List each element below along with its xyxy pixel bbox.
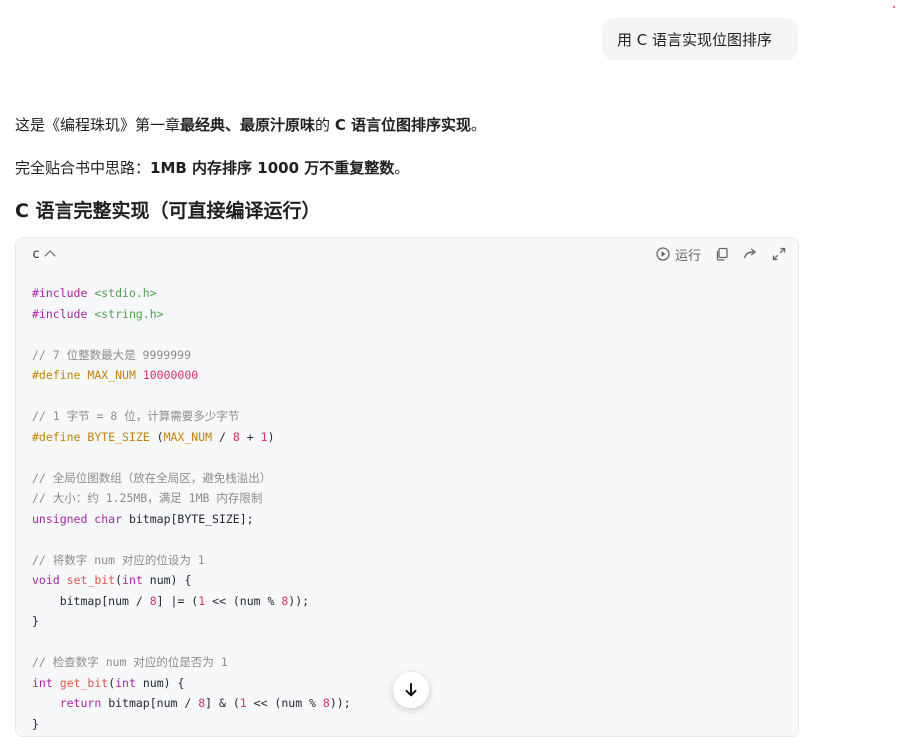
code-token: )); <box>329 696 351 710</box>
code-token: void <box>32 573 60 587</box>
code-token: #include <box>32 306 88 321</box>
code-token: 8 <box>149 593 157 608</box>
run-button[interactable]: 运行 <box>656 245 701 264</box>
answer-paragraph-1: 这是《编程珠玑》第一章最经典、最原汁原味的 C 语言位图排序实现。 <box>15 115 486 135</box>
code-token: } <box>32 614 39 628</box>
user-message-text: 用 C 语言实现位图排序 <box>617 30 773 49</box>
code-token: 1 <box>239 696 247 710</box>
code-token: num) { <box>149 573 192 587</box>
code-token: BYTE_SIZE <box>87 429 150 444</box>
code-token: << (num % <box>253 696 316 710</box>
code-token: <string.h> <box>94 306 164 321</box>
code-token: ] & ( <box>205 696 240 710</box>
code-block-header: c 运行 <box>16 238 798 270</box>
code-token: } <box>32 716 39 731</box>
code-token: #define <box>32 429 81 444</box>
copy-icon[interactable] <box>715 247 729 261</box>
text: 的 <box>315 116 335 134</box>
text: 。 <box>471 116 487 134</box>
code-token: )); <box>288 593 310 608</box>
code-token: bitmap[num / <box>108 696 192 710</box>
code-token: #define <box>32 368 81 382</box>
code-token: ( <box>156 429 164 444</box>
play-circle-icon <box>656 247 670 261</box>
code-token: ] |= ( <box>156 593 199 608</box>
code-token: return <box>59 696 102 710</box>
language-label: c <box>32 246 40 262</box>
code-block: c 运行 #include <stdio.h> #include <string… <box>15 237 799 737</box>
code-token: ( <box>115 573 123 587</box>
code-token: 1 <box>260 429 268 444</box>
code-token: get_bit <box>59 675 109 690</box>
code-token: bitmap[BYTE_SIZE]; <box>128 511 254 526</box>
code-token: MAX_NUM <box>163 429 213 444</box>
text: 。 <box>394 159 410 177</box>
section-heading: C 语言完整实现（可直接编译运行） <box>15 200 321 222</box>
code-comment: // 大小：约 1.25MB，满足 1MB 内存限制 <box>32 491 263 505</box>
code-token: num) { <box>142 675 185 690</box>
user-message-bubble: 用 C 语言实现位图排序 <box>602 18 798 60</box>
scroll-to-bottom-button[interactable] <box>393 672 429 708</box>
code-token: unsigned char <box>32 511 123 526</box>
code-token: #include <box>32 286 88 300</box>
code-comment: // 7 位整数最大是 9999999 <box>32 347 192 362</box>
code-comment: // 检查数字 num 对应的位是否为 1 <box>32 655 228 669</box>
code-token: << (num % <box>212 593 275 608</box>
code-token: bitmap[num / <box>59 593 143 608</box>
code-content: #include <stdio.h> #include <string.h> /… <box>16 270 798 734</box>
code-token: <stdio.h> <box>94 286 157 300</box>
text: 这是《编程珠玑》第一章 <box>15 116 181 134</box>
share-icon[interactable] <box>743 247 758 261</box>
code-comment: // 1 字节 = 8 位，计算需要多少字节 <box>32 409 240 423</box>
answer-paragraph-2: 完全贴合书中思路：1MB 内存排序 1000 万不重复整数。 <box>15 158 409 178</box>
run-label: 运行 <box>674 248 701 264</box>
code-token: int <box>115 675 136 690</box>
code-token: 1 <box>198 593 206 608</box>
code-token: + <box>246 429 254 444</box>
code-token: ) <box>267 429 275 444</box>
code-comment: // 全局位图数组（放在全局区，避免栈溢出） <box>32 470 272 485</box>
code-actions: 运行 <box>656 245 786 264</box>
code-comment: // 将数字 num 对应的位设为 1 <box>32 552 205 567</box>
text: 完全贴合书中思路： <box>15 159 151 177</box>
bold-text: 最经典、最原汁原味 <box>180 116 316 134</box>
expand-icon[interactable] <box>772 247 786 261</box>
code-token: MAX_NUM <box>87 368 136 382</box>
code-token: 10000000 <box>142 368 199 382</box>
language-toggle[interactable]: c <box>32 246 56 262</box>
code-token: 8 <box>322 696 330 710</box>
code-token: / <box>219 429 226 444</box>
bold-text: 1MB 内存排序 1000 万不重复整数 <box>150 159 395 177</box>
code-token: int <box>122 573 143 587</box>
arrow-down-icon <box>405 683 417 697</box>
chevron-up-icon <box>44 250 56 262</box>
bold-text: C 语言位图排序实现 <box>334 116 472 134</box>
status-dot <box>893 6 895 8</box>
code-token: set_bit <box>66 573 116 587</box>
code-token: int <box>32 675 53 690</box>
code-token: 8 <box>232 429 240 444</box>
